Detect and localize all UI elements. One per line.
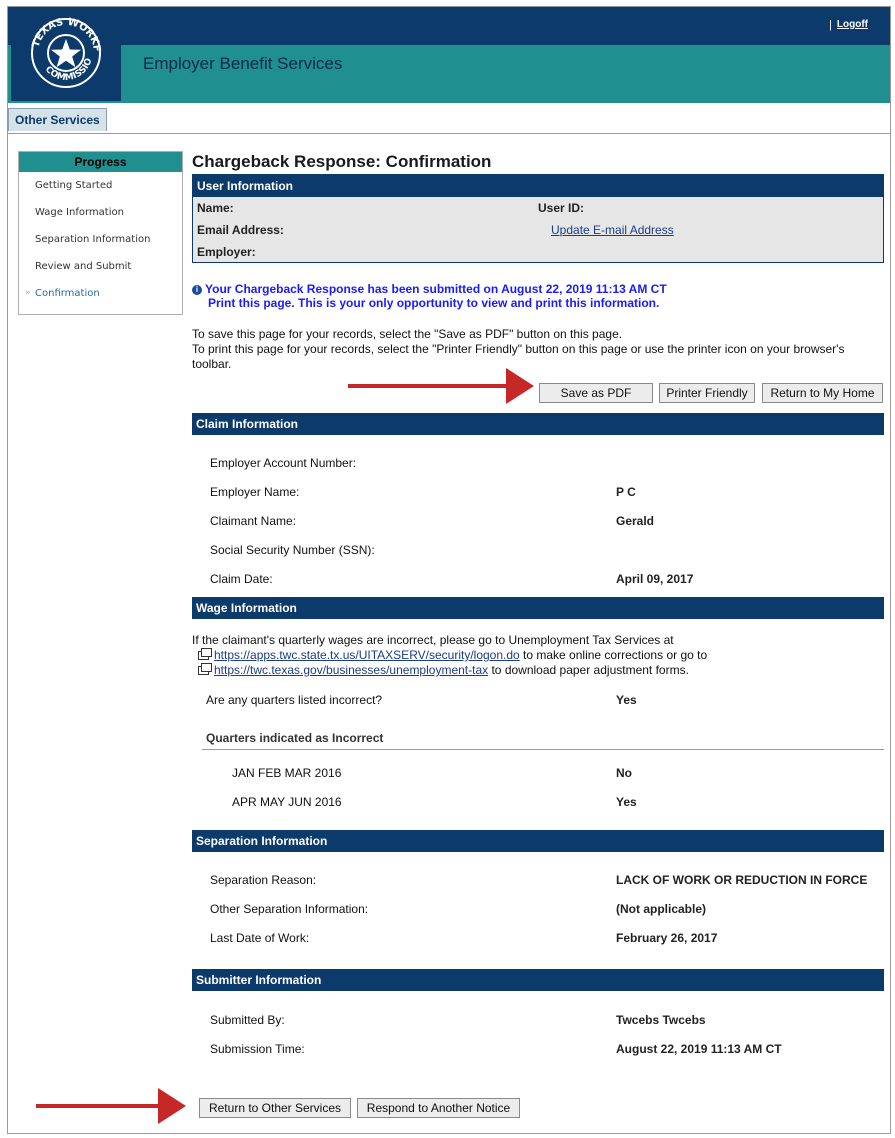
wage-link-1-suffix: to make online corrections or go to <box>519 648 708 662</box>
twc-logo: TEXAS WORKFORCE COMMISSION <box>8 7 121 101</box>
progress-item-separation-information: Separation Information <box>19 226 182 253</box>
quarter-value: No <box>616 766 632 780</box>
claim-date-value: April 09, 2017 <box>616 572 694 586</box>
divider <box>202 749 884 750</box>
submitted-by-value: Twcebs Twcebs <box>616 1013 706 1027</box>
info-icon: i <box>192 285 202 295</box>
wage-link-row-2: https://twc.texas.gov/businesses/unemplo… <box>198 663 689 677</box>
separation-reason-value: LACK OF WORK OR REDUCTION IN FORCE <box>616 873 868 887</box>
quarter-label: JAN FEB MAR 2016 <box>232 766 342 780</box>
tab-strip: Other Services <box>8 103 890 134</box>
save-print-instructions: To save this page for your records, sele… <box>192 327 884 372</box>
update-email-link[interactable]: Update E-mail Address <box>551 223 674 237</box>
annotation-arrow-shaft <box>36 1104 160 1108</box>
ssn-label: Social Security Number (SSN): <box>210 543 375 557</box>
email-label: Email Address: <box>197 223 284 237</box>
other-separation-label: Other Separation Information: <box>210 902 369 916</box>
claimant-name-label: Claimant Name: <box>210 514 297 528</box>
submitter-information-section: Submitter Information Submitted By: Twce… <box>192 969 884 1064</box>
employer-account-number-label: Employer Account Number: <box>210 456 357 470</box>
progress-item-label: Review and Submit <box>35 261 132 272</box>
app-title: Employer Benefit Services <box>143 54 343 73</box>
progress-item-review-and-submit: Review and Submit <box>19 253 182 280</box>
last-date-of-work-value: February 26, 2017 <box>616 931 718 945</box>
progress-item-confirmation: » Confirmation <box>19 280 182 307</box>
wage-information-section: Wage Information If the claimant's quart… <box>192 597 884 825</box>
progress-item-label: Getting Started <box>35 180 113 191</box>
wage-link-row-1: https://apps.twc.state.tx.us/UITAXSERV/s… <box>198 648 707 662</box>
wage-intro: If the claimant's quarterly wages are in… <box>192 633 674 647</box>
browser-page: TEXAS WORKFORCE COMMISSION Employer Bene… <box>7 6 891 1134</box>
instruction-line-1: To save this page for your records, sele… <box>192 327 623 341</box>
progress-title: Progress <box>19 152 182 172</box>
submitter-information-heading: Submitter Information <box>192 969 884 991</box>
claim-information-section: Claim Information Employer Account Numbe… <box>192 413 884 591</box>
progress-item-label: Separation Information <box>35 234 151 245</box>
progress-item-label: Wage Information <box>35 207 124 218</box>
wage-information-heading: Wage Information <box>192 597 884 619</box>
employer-name-label: Employer Name: <box>210 485 300 499</box>
quarter-label: APR MAY JUN 2016 <box>232 795 342 809</box>
page-title: Chargeback Response: Confirmation <box>192 152 492 171</box>
quarters-incorrect-heading: Quarters indicated as Incorrect <box>206 731 384 745</box>
notice-line-1: Your Chargeback Response has been submit… <box>205 282 667 296</box>
save-as-pdf-button[interactable]: Save as PDF <box>539 383 653 403</box>
quarters-incorrect-answer: Yes <box>616 693 637 707</box>
notice-line-2: Print this page. This is your only oppor… <box>208 296 660 310</box>
svg-text:TEXAS WORKFORCE: TEXAS WORKFORCE <box>11 9 102 53</box>
separation-information-heading: Separation Information <box>192 830 884 852</box>
submission-notice: i Your Chargeback Response has been submi… <box>192 282 667 310</box>
other-separation-value: (Not applicable) <box>616 902 707 916</box>
respond-to-another-notice-button[interactable]: Respond to Another Notice <box>357 1098 520 1118</box>
return-to-other-services-button[interactable]: Return to Other Services <box>199 1098 351 1118</box>
instruction-line-2: To print this page for your records, sel… <box>192 342 845 371</box>
submission-time-label: Submission Time: <box>210 1042 305 1056</box>
separation-reason-label: Separation Reason: <box>210 873 317 887</box>
tab-other-services[interactable]: Other Services <box>8 108 107 131</box>
last-date-of-work-label: Last Date of Work: <box>210 931 310 945</box>
user-info-heading: User Information <box>193 175 883 197</box>
progress-panel: Progress Getting Started Wage Informatio… <box>18 151 183 315</box>
header-band <box>8 45 890 103</box>
unemployment-tax-link[interactable]: https://twc.texas.gov/businesses/unemplo… <box>214 663 488 677</box>
employer-name-value: P C <box>616 485 636 499</box>
current-step-marker-icon: » <box>25 288 31 298</box>
submission-time-value: August 22, 2019 11:13 AM CT <box>616 1042 782 1056</box>
quarter-value: Yes <box>616 795 637 809</box>
logoff-link[interactable]: Logoff <box>837 19 868 30</box>
wage-link-2-suffix: to download paper adjustment forms. <box>488 663 689 677</box>
claim-date-label: Claim Date: <box>210 572 273 586</box>
claim-information-heading: Claim Information <box>192 413 884 435</box>
main-content: Chargeback Response: Confirmation User I… <box>192 147 884 1118</box>
separation-information-section: Separation Information Separation Reason… <box>192 830 884 954</box>
user-id-label: User ID: <box>538 201 585 215</box>
progress-item-label: Confirmation <box>35 288 100 299</box>
user-info-panel: User Information Name: User ID: Email Ad… <box>192 174 884 263</box>
annotation-arrow-icon <box>506 368 534 404</box>
annotation-arrow-shaft <box>348 384 508 388</box>
progress-item-wage-information: Wage Information <box>19 199 182 226</box>
name-label: Name: <box>197 201 234 215</box>
printer-friendly-button[interactable]: Printer Friendly <box>659 383 755 403</box>
submitted-by-label: Submitted By: <box>210 1013 285 1027</box>
annotation-arrow-icon <box>158 1088 186 1124</box>
claimant-name-value: Gerald <box>616 514 655 528</box>
return-to-my-home-button[interactable]: Return to My Home <box>762 383 883 403</box>
uitaxserv-link[interactable]: https://apps.twc.state.tx.us/UITAXSERV/s… <box>214 648 520 662</box>
external-link-icon <box>198 648 212 660</box>
quarters-incorrect-question: Are any quarters listed incorrect? <box>206 693 383 707</box>
employer-label: Employer: <box>197 245 256 259</box>
header-separator: | <box>829 19 832 31</box>
user-info-body: Name: User ID: Email Address: Update E-m… <box>193 197 883 262</box>
progress-item-getting-started: Getting Started <box>19 172 182 199</box>
top-banner <box>8 7 890 45</box>
external-link-icon <box>198 663 212 675</box>
